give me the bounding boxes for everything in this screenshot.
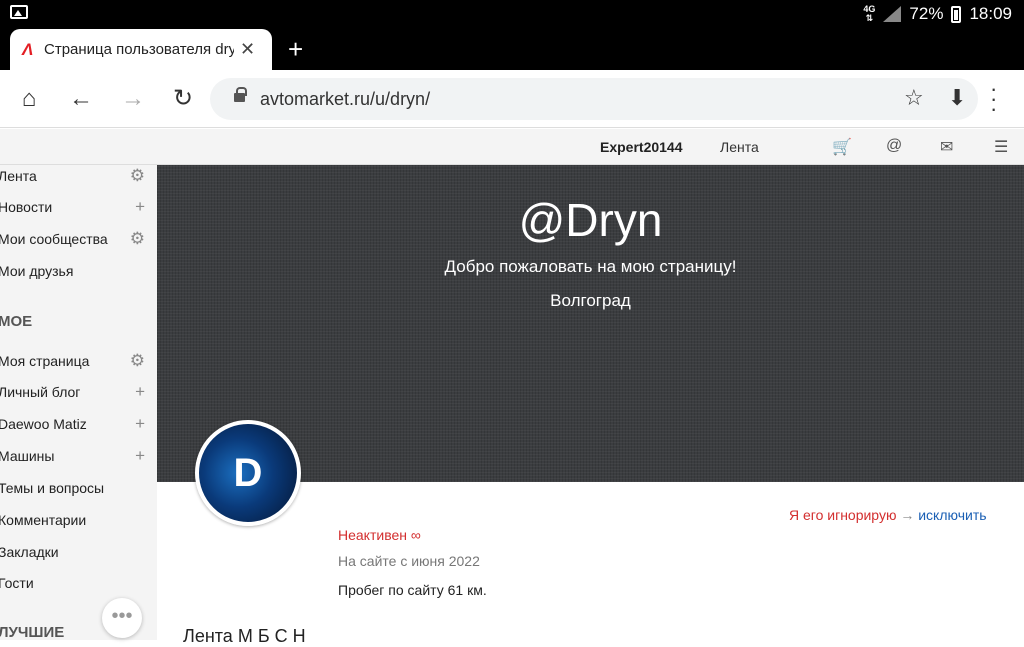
browser-tab[interactable]: Λ Страница пользователя dry ✕: [10, 29, 272, 70]
site-header: Expert20144 Лента 🛒 @ ✉ ☰: [0, 129, 1024, 165]
back-icon[interactable]: ←: [66, 84, 96, 114]
network-icon: 4G ⇅: [863, 4, 876, 23]
profile-cover: @Dryn Добро пожаловать на мою страницу! …: [157, 165, 1024, 482]
plus-icon[interactable]: +: [135, 382, 145, 402]
tab-title: Страница пользователя dry: [44, 41, 234, 58]
sidebar-item-car[interactable]: Daewoo Matiz +: [0, 413, 157, 437]
sidebar-item-comments[interactable]: Комментарии: [0, 509, 157, 533]
sidebar-item-my-page[interactable]: Моя страница ⚙: [0, 350, 157, 374]
sidebar-item-topics[interactable]: Темы и вопросы: [0, 477, 157, 501]
profile-nickname: @Dryn: [518, 194, 663, 246]
forward-icon[interactable]: →: [118, 84, 148, 114]
site-mileage: Пробег по сайту 61 км.: [338, 582, 487, 598]
sidebar-item-bookmarks[interactable]: Закладки: [0, 541, 157, 565]
feed-link[interactable]: Лента: [720, 139, 759, 155]
sidebar-section-mine: МОЕ: [0, 313, 33, 330]
reload-icon[interactable]: ↻: [168, 84, 198, 114]
battery-icon: [951, 5, 962, 23]
cart-icon[interactable]: 🛒: [832, 137, 852, 157]
plus-icon[interactable]: +: [135, 446, 145, 466]
profile-city: Волгоград: [550, 291, 631, 310]
close-tab-icon[interactable]: ✕: [240, 39, 255, 60]
sidebar-section-best: ЛУЧШИЕ: [0, 624, 65, 641]
arrow-icon: →: [900, 507, 915, 523]
sidebar-item-blog[interactable]: Личный блог +: [0, 381, 157, 405]
profile-tabs[interactable]: Лента М Б С Н: [183, 626, 306, 647]
settings-icon[interactable]: ⚙: [130, 166, 145, 186]
profile-greeting: Добро пожаловать на мою страницу!: [444, 257, 737, 276]
lock-icon: [234, 87, 247, 102]
battery-level: 72%: [909, 4, 944, 23]
current-user-link[interactable]: Expert20144: [600, 139, 683, 155]
settings-icon[interactable]: ⚙: [130, 229, 145, 249]
sidebar: Лента ⚙ Новости + Мои сообщества ⚙ Мои друз…: [0, 165, 157, 641]
activity-status: Неактивен ∞: [338, 527, 421, 543]
ignore-status: Я его игнорирую → исключить: [789, 507, 987, 523]
tab-strip: Λ Страница пользователя dry ✕ +: [0, 28, 1024, 70]
clock: 18:09: [969, 4, 1012, 23]
hamburger-menu-icon[interactable]: ☰: [994, 137, 1008, 157]
address-bar[interactable]: avtomarket.ru/u/dryn/ ☆ ⬇: [210, 78, 978, 120]
signal-icon: [883, 6, 902, 22]
sidebar-item-news[interactable]: Новости +: [0, 196, 157, 220]
sidebar-item-communities[interactable]: Мои сообщества ⚙: [0, 228, 157, 252]
browser-menu-icon[interactable]: · · ·: [990, 78, 997, 120]
avatar[interactable]: D: [195, 420, 301, 526]
unignore-link[interactable]: исключить: [918, 507, 986, 523]
plus-icon[interactable]: +: [135, 197, 145, 217]
bookmark-star-icon[interactable]: ☆: [904, 85, 924, 111]
site-favicon-icon: Λ: [22, 39, 34, 59]
mentions-icon[interactable]: @: [886, 137, 902, 155]
sidebar-item-friends[interactable]: Мои друзья: [0, 260, 157, 284]
sidebar-item-cars[interactable]: Машины +: [0, 445, 157, 469]
browser-toolbar: ⌂ ← → ↻ avtomarket.ru/u/dryn/ ☆ ⬇ · · ·: [0, 70, 1024, 128]
sidebar-item-feed[interactable]: Лента ⚙: [0, 165, 157, 189]
url-text[interactable]: avtomarket.ru/u/dryn/: [260, 89, 430, 110]
new-tab-button[interactable]: +: [288, 34, 303, 65]
mail-icon[interactable]: ✉: [940, 137, 953, 157]
status-bar: 4G ⇅ 72% 18:09: [0, 0, 1024, 28]
settings-icon[interactable]: ⚙: [130, 351, 145, 371]
sidebar-item-guests[interactable]: Гости: [0, 572, 157, 596]
gallery-notification-icon: [10, 5, 28, 19]
download-icon[interactable]: ⬇: [948, 85, 966, 111]
more-options-button[interactable]: •••: [102, 598, 142, 638]
home-icon[interactable]: ⌂: [14, 84, 44, 114]
plus-icon[interactable]: +: [135, 414, 145, 434]
member-since: На сайте с июня 2022: [338, 553, 480, 569]
